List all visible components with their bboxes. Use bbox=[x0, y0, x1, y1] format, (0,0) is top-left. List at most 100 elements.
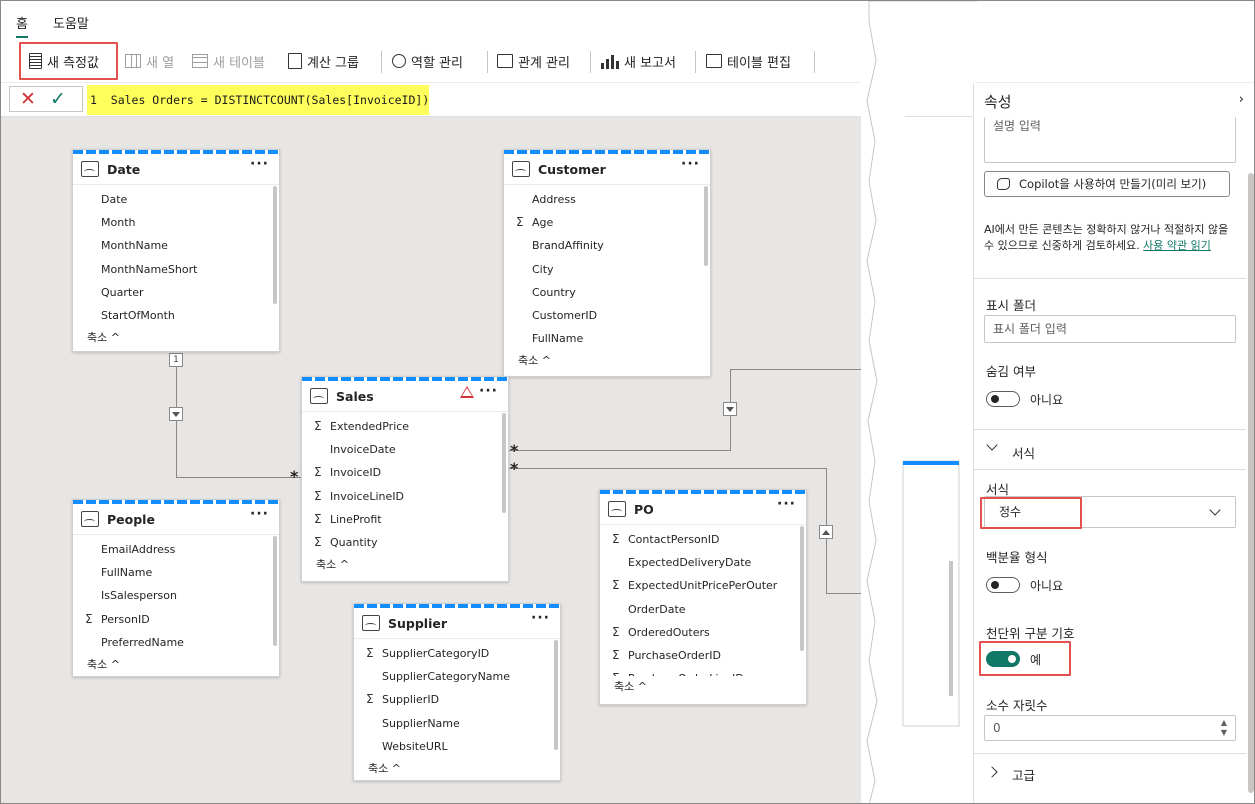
percent-toggle[interactable] bbox=[986, 577, 1020, 593]
collapse-button[interactable]: 축소 ^ bbox=[504, 350, 710, 372]
new-table-button[interactable]: 새 테이블 bbox=[192, 47, 265, 75]
table-header[interactable]: Date ··· bbox=[73, 154, 279, 184]
field-row[interactable]: City bbox=[504, 258, 710, 281]
field-row[interactable]: Month bbox=[73, 211, 279, 234]
field-row[interactable]: MonthName bbox=[73, 234, 279, 257]
manage-relationships-button[interactable]: 관계 관리 bbox=[497, 47, 570, 75]
table-header[interactable]: People ··· bbox=[73, 504, 279, 534]
scrollbar[interactable] bbox=[800, 526, 804, 651]
table-header[interactable]: Customer ··· bbox=[504, 154, 710, 184]
table-card-customer[interactable]: Customer ··· Address Σ Age BrandAffinity City… bbox=[503, 149, 711, 377]
field-name: SupplierCategoryName bbox=[382, 670, 511, 684]
hidden-toggle[interactable] bbox=[986, 391, 1020, 407]
field-row[interactable]: Σ ContactPersonID bbox=[600, 528, 806, 551]
field-row[interactable]: Country bbox=[504, 281, 710, 304]
filter-direction-icon[interactable] bbox=[723, 402, 737, 416]
decimal-places-input[interactable]: 0 ▲ ▼ bbox=[984, 715, 1236, 741]
description-input[interactable]: 설명 입력 bbox=[984, 117, 1236, 163]
field-row[interactable]: BrandAffinity bbox=[504, 234, 710, 257]
field-row[interactable]: SupplierCategoryName bbox=[354, 665, 560, 688]
field-row[interactable]: Σ SupplierCategoryID bbox=[354, 642, 560, 665]
field-row[interactable]: WebsiteURL bbox=[354, 735, 560, 758]
model-canvas[interactable]: 1 * * * Date ··· Date Month MonthName MonthN… bbox=[1, 117, 973, 803]
collapse-button[interactable]: 축소 ^ bbox=[354, 758, 560, 780]
warning-icon[interactable] bbox=[460, 386, 474, 398]
calc-group-button[interactable]: 계산 그룹 bbox=[288, 47, 359, 75]
field-row[interactable]: Σ Age bbox=[504, 211, 710, 234]
field-row[interactable]: CustomerID bbox=[504, 304, 710, 327]
field-row[interactable]: Σ PurchaseOrderID bbox=[600, 644, 806, 667]
field-row[interactable]: InvoiceDate bbox=[302, 438, 508, 461]
field-row[interactable]: Σ PurchaseOrderLineID bbox=[600, 667, 806, 676]
edit-tables-button[interactable]: 테이블 편집 bbox=[706, 47, 791, 75]
collapse-button[interactable]: 축소 ^ bbox=[73, 654, 279, 676]
ai-notice: AI에서 만든 콘텐츠는 정확하지 않거나 적절하지 않을 수 있으므로 신중하… bbox=[984, 222, 1240, 254]
collapse-button[interactable]: 축소 ^ bbox=[73, 327, 279, 349]
more-options-icon[interactable]: ··· bbox=[777, 496, 796, 512]
chevron-right-icon[interactable] bbox=[986, 766, 998, 778]
collapse-button[interactable]: 축소 ^ bbox=[302, 554, 508, 576]
more-options-icon[interactable]: ··· bbox=[479, 383, 498, 399]
table-header[interactable]: PO ··· bbox=[600, 494, 806, 524]
advanced-section-header[interactable]: 고급 bbox=[1012, 765, 1035, 784]
field-row[interactable]: Σ InvoiceLineID bbox=[302, 485, 508, 508]
table-card-supplier[interactable]: Supplier ··· Σ SupplierCategoryID SupplierC… bbox=[353, 603, 561, 781]
field-row[interactable]: Σ PersonID bbox=[73, 608, 279, 631]
field-row[interactable]: ExpectedDeliveryDate bbox=[600, 551, 806, 574]
collapse-button[interactable]: 축소 ^ bbox=[600, 676, 806, 698]
field-row[interactable]: Date bbox=[73, 188, 279, 211]
more-options-icon[interactable]: ··· bbox=[250, 506, 269, 522]
field-row[interactable]: SupplierName bbox=[354, 712, 560, 735]
filter-direction-icon[interactable] bbox=[819, 525, 833, 539]
field-row[interactable]: Σ ExpectedUnitPricePerOuter bbox=[600, 574, 806, 597]
field-row[interactable]: Σ OrderedOuters bbox=[600, 621, 806, 644]
display-folder-input[interactable]: 표시 폴더 입력 bbox=[984, 315, 1236, 343]
spinner-icon[interactable]: ▲ ▼ bbox=[1221, 718, 1227, 738]
field-row[interactable]: Σ Quantity bbox=[302, 531, 508, 554]
table-card-po[interactable]: PO ··· Σ ContactPersonID ExpectedDeliveryDa… bbox=[599, 489, 807, 705]
more-options-icon[interactable]: ··· bbox=[250, 156, 269, 172]
field-row[interactable]: OrderDate bbox=[600, 598, 806, 621]
scrollbar[interactable] bbox=[704, 186, 708, 266]
field-row[interactable]: Quarter bbox=[73, 281, 279, 304]
table-card-date[interactable]: Date ··· Date Month MonthName MonthNameShort… bbox=[72, 149, 280, 352]
field-row[interactable]: Address bbox=[504, 188, 710, 211]
menu-home[interactable]: 홈 bbox=[16, 13, 28, 38]
field-row[interactable]: Σ ExtendedPrice bbox=[302, 415, 508, 438]
more-options-icon[interactable]: ··· bbox=[531, 610, 550, 626]
field-row[interactable]: PreferredName bbox=[73, 631, 279, 654]
table-header[interactable]: Sales ··· bbox=[302, 381, 508, 411]
format-section-header[interactable]: 서식 bbox=[1012, 443, 1035, 462]
terms-link[interactable]: 사용 약관 읽기 bbox=[1143, 239, 1211, 252]
pane-scrollbar[interactable] bbox=[1248, 173, 1254, 793]
scrollbar[interactable] bbox=[273, 186, 277, 304]
field-row[interactable]: IsSalesperson bbox=[73, 584, 279, 607]
formula-input[interactable]: 1 Sales Orders = DISTINCTCOUNT(Sales[Inv… bbox=[87, 85, 429, 115]
field-row[interactable]: FullName bbox=[504, 327, 710, 350]
column-icon bbox=[125, 54, 141, 68]
filter-direction-icon[interactable] bbox=[169, 407, 183, 421]
more-options-icon[interactable]: ··· bbox=[681, 156, 700, 172]
field-row[interactable]: MonthNameShort bbox=[73, 258, 279, 281]
table-card-people[interactable]: People ··· EmailAddress FullName IsSalesper… bbox=[72, 499, 280, 677]
scrollbar[interactable] bbox=[273, 536, 277, 646]
field-row[interactable]: Σ InvoiceID bbox=[302, 461, 508, 484]
copilot-button[interactable]: Copilot을 사용하여 만들기(미리 보기) bbox=[984, 171, 1230, 197]
cancel-icon[interactable]: ✕ bbox=[20, 88, 36, 110]
chevron-down-icon[interactable] bbox=[986, 439, 998, 451]
new-column-button[interactable]: 새 열 bbox=[125, 47, 174, 75]
table-header[interactable]: Supplier ··· bbox=[354, 608, 560, 638]
field-row[interactable]: Σ LineProfit bbox=[302, 508, 508, 531]
collapse-pane-icon[interactable]: › bbox=[1239, 92, 1244, 107]
new-report-button[interactable]: 새 보고서 bbox=[601, 47, 676, 75]
scrollbar[interactable] bbox=[554, 640, 558, 750]
table-card-sales[interactable]: Sales ··· Σ ExtendedPrice InvoiceDate Σ Invoi… bbox=[301, 376, 509, 582]
field-row[interactable]: FullName bbox=[73, 561, 279, 584]
manage-roles-button[interactable]: 역할 관리 bbox=[392, 47, 463, 75]
field-row[interactable]: EmailAddress bbox=[73, 538, 279, 561]
scrollbar[interactable] bbox=[502, 413, 506, 513]
menu-help[interactable]: 도움말 bbox=[53, 13, 89, 32]
commit-icon[interactable]: ✓ bbox=[50, 88, 66, 110]
field-row[interactable]: StartOfMonth bbox=[73, 304, 279, 327]
field-row[interactable]: Σ SupplierID bbox=[354, 688, 560, 711]
